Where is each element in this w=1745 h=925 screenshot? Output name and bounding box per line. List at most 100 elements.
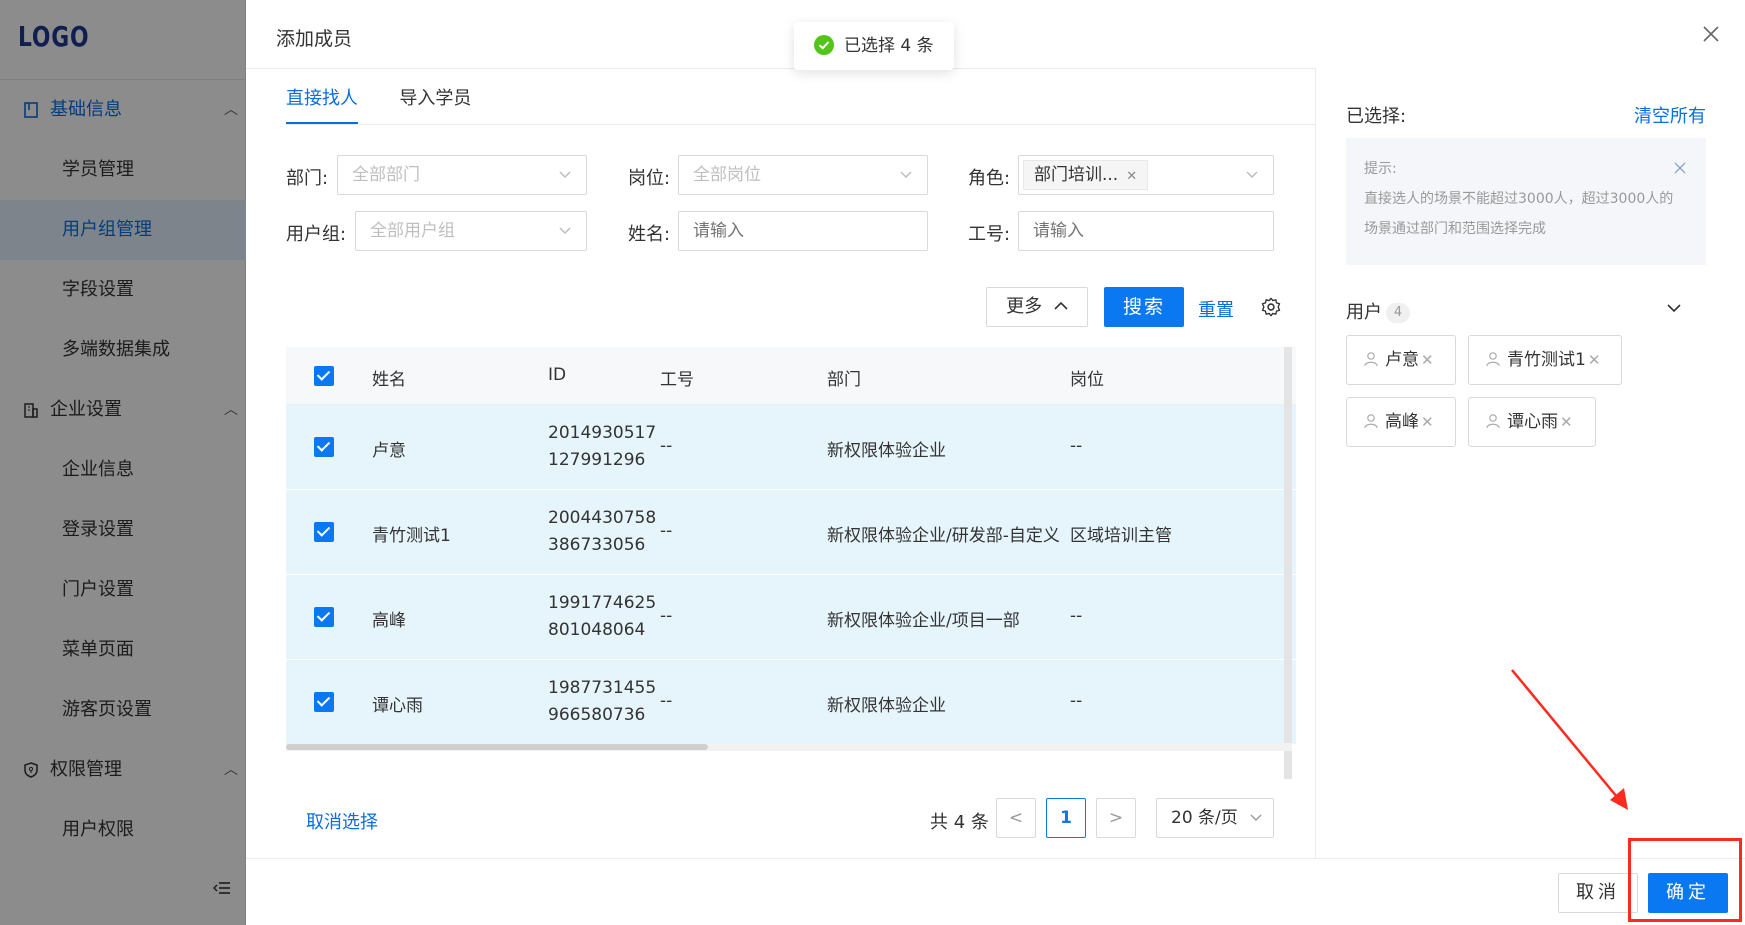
user-icon (1486, 352, 1500, 367)
col-header-dept: 部门 (827, 370, 861, 390)
user-group-label: 用户组: (286, 224, 347, 245)
modal-title: 添加成员 (276, 28, 353, 50)
table-vertical-scrollbar[interactable] (1284, 347, 1292, 779)
selected-user-chip: 卢意 ✕ (1346, 335, 1456, 385)
row-checkbox[interactable] (314, 692, 334, 712)
total-count: 共 4 条 (930, 812, 989, 833)
close-icon[interactable] (1674, 162, 1686, 174)
cell-position: -- (1070, 606, 1083, 626)
role-tag-text: 部门培训... (1034, 165, 1119, 185)
gear-icon[interactable] (1260, 296, 1282, 318)
reset-link[interactable]: 重置 (1198, 296, 1234, 322)
row-checkbox[interactable] (314, 437, 334, 457)
name-input[interactable] (678, 211, 928, 251)
user-group-placeholder: 全部用户组 (370, 221, 455, 241)
cell-dept: 新权限体验企业 (827, 696, 946, 716)
cell-employee-no: -- (660, 436, 673, 456)
next-page-button[interactable]: > (1096, 798, 1136, 838)
success-toast: 已选择 4 条 (794, 22, 954, 70)
col-header-position: 岗位 (1070, 370, 1104, 390)
selected-user-chip: 高峰 ✕ (1346, 397, 1456, 447)
divider (246, 68, 1316, 69)
chip-label: 卢意 (1385, 350, 1419, 370)
close-icon[interactable] (1699, 22, 1723, 46)
cell-name: 卢意 (372, 441, 406, 461)
col-header-employee-no: 工号 (660, 370, 694, 390)
employee-no-input[interactable] (1018, 211, 1274, 251)
cell-employee-no: -- (660, 521, 673, 541)
cell-dept: 新权限体验企业/项目一部 (827, 611, 1020, 631)
tip-title: 提示: (1364, 161, 1397, 177)
name-label: 姓名: (628, 224, 671, 245)
chevron-up-icon (1054, 301, 1068, 310)
check-circle-icon (814, 35, 834, 55)
col-header-name: 姓名 (372, 370, 406, 390)
cell-id: 1987731455966580736 (548, 678, 657, 725)
tag-close-icon[interactable]: ✕ (1126, 169, 1137, 184)
user-icon (1364, 352, 1378, 367)
users-count-badge: 4 (1386, 303, 1410, 323)
more-label: 更多 (1006, 296, 1043, 317)
chip-label: 谭心雨 (1507, 412, 1558, 432)
cell-name: 青竹测试1 (372, 526, 451, 546)
cell-id: 2004430758386733056 (548, 508, 657, 555)
user-group-select[interactable]: 全部用户组 (355, 211, 587, 251)
cell-name: 高峰 (372, 611, 406, 631)
table-row[interactable]: 高峰 1991774625801048064 -- 新权限体验企业/项目一部 -… (286, 575, 1296, 660)
chevron-down-icon[interactable] (1666, 300, 1682, 316)
cell-position: 区域培训主管 (1070, 526, 1172, 546)
role-select[interactable]: 部门培训... ✕ (1018, 155, 1274, 195)
chevron-down-icon (559, 171, 571, 178)
user-icon (1486, 414, 1500, 429)
tab-import-students[interactable]: 导入学员 (399, 84, 471, 122)
page-button-1[interactable]: 1 (1046, 798, 1086, 838)
chip-remove-icon[interactable]: ✕ (1421, 413, 1434, 431)
selected-user-chip: 谭心雨 ✕ (1468, 397, 1596, 447)
table-row[interactable]: 青竹测试1 2004430758386733056 -- 新权限体验企业/研发部… (286, 490, 1296, 575)
dept-select[interactable]: 全部部门 (337, 155, 587, 195)
chevron-down-icon (1250, 814, 1262, 821)
dept-placeholder: 全部部门 (352, 165, 420, 185)
prev-page-button[interactable]: < (996, 798, 1036, 838)
page-size-select[interactable]: 20 条/页 (1156, 798, 1274, 838)
annotation-highlight-box (1628, 838, 1742, 922)
cell-id: 1991774625801048064 (548, 593, 657, 640)
cell-position: -- (1070, 436, 1083, 456)
table-row[interactable]: 卢意 2014930517127991296 -- 新权限体验企业 -- (286, 405, 1296, 490)
search-button[interactable]: 搜索 (1104, 287, 1184, 327)
divider (246, 858, 1745, 859)
more-filters-button[interactable]: 更多 (986, 287, 1088, 327)
users-section-header[interactable]: 用户 4 (1346, 298, 1410, 324)
select-all-checkbox[interactable] (314, 366, 334, 386)
role-label: 角色: (968, 168, 1011, 189)
selected-label: 已选择: (1346, 106, 1407, 127)
cell-dept: 新权限体验企业 (827, 441, 946, 461)
divider (1315, 68, 1316, 858)
selected-user-chip: 青竹测试1 ✕ (1468, 335, 1622, 385)
cell-position: -- (1070, 691, 1083, 711)
row-checkbox[interactable] (314, 522, 334, 542)
tip-box: 提示: 直接选人的场景不能超过3000人，超过3000人的场景通过部门和范围选择… (1346, 138, 1706, 265)
chip-remove-icon[interactable]: ✕ (1588, 351, 1601, 369)
position-select[interactable]: 全部岗位 (678, 155, 928, 195)
employee-no-label: 工号: (968, 224, 1011, 245)
chevron-down-icon (900, 171, 912, 178)
col-header-id: ID (548, 365, 567, 385)
page-size-value: 20 条/页 (1171, 808, 1238, 828)
tab-direct-search[interactable]: 直接找人 (286, 84, 358, 124)
chip-remove-icon[interactable]: ✕ (1560, 413, 1573, 431)
cell-name: 谭心雨 (372, 696, 423, 716)
row-checkbox[interactable] (314, 607, 334, 627)
cancel-button[interactable]: 取消 (1558, 873, 1638, 913)
users-label: 用户 (1346, 302, 1382, 323)
position-label: 岗位: (628, 168, 671, 189)
chip-remove-icon[interactable]: ✕ (1421, 351, 1434, 369)
tabs: 直接找人 导入学员 (286, 84, 507, 126)
members-table: 姓名 ID 工号 部门 岗位 卢意 2014930517127991296 --… (286, 347, 1296, 745)
table-header: 姓名 ID 工号 部门 岗位 (286, 347, 1296, 405)
position-placeholder: 全部岗位 (693, 165, 761, 185)
table-horizontal-scrollbar[interactable] (286, 744, 708, 750)
clear-all-link[interactable]: 清空所有 (1634, 102, 1706, 128)
cancel-selection-link[interactable]: 取消选择 (306, 808, 378, 834)
table-row[interactable]: 谭心雨 1987731455966580736 -- 新权限体验企业 -- (286, 660, 1296, 745)
